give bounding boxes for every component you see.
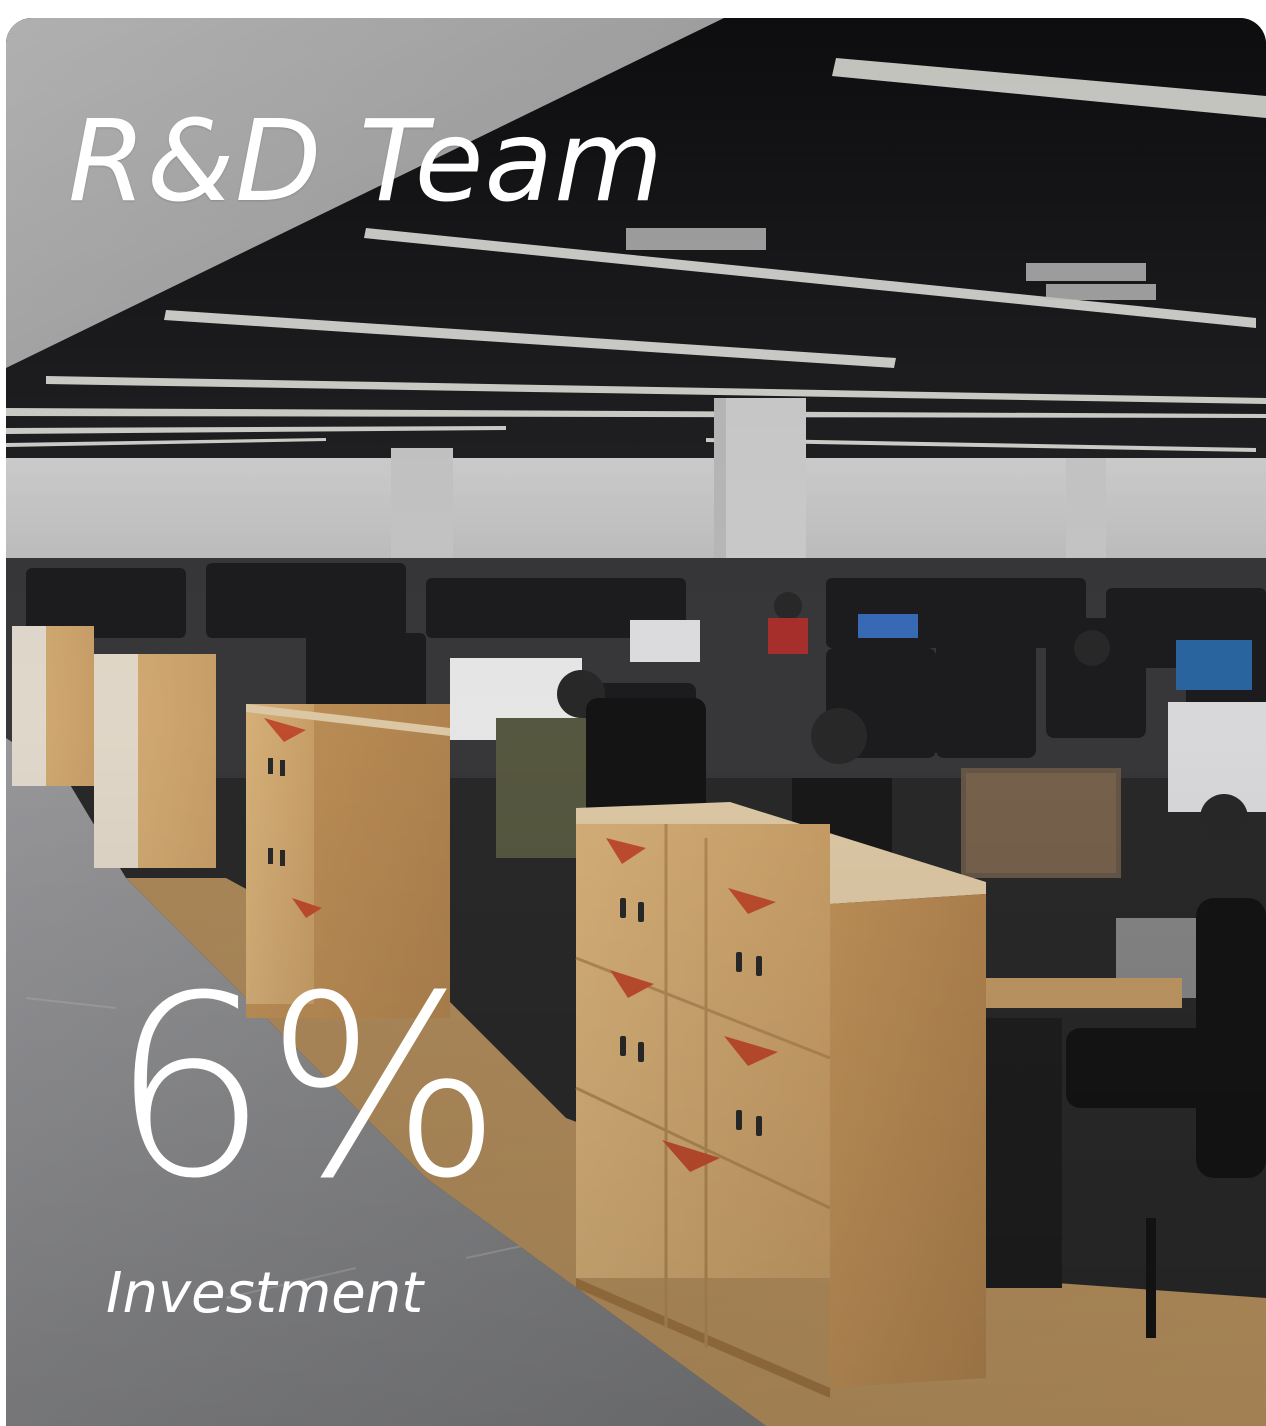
card-title: R&D Team — [68, 97, 665, 227]
stat-label: Investment — [106, 1261, 424, 1326]
stat-value: 6% — [110, 942, 503, 1233]
rd-team-card[interactable]: R&D Team 6% Investment — [6, 18, 1266, 1426]
